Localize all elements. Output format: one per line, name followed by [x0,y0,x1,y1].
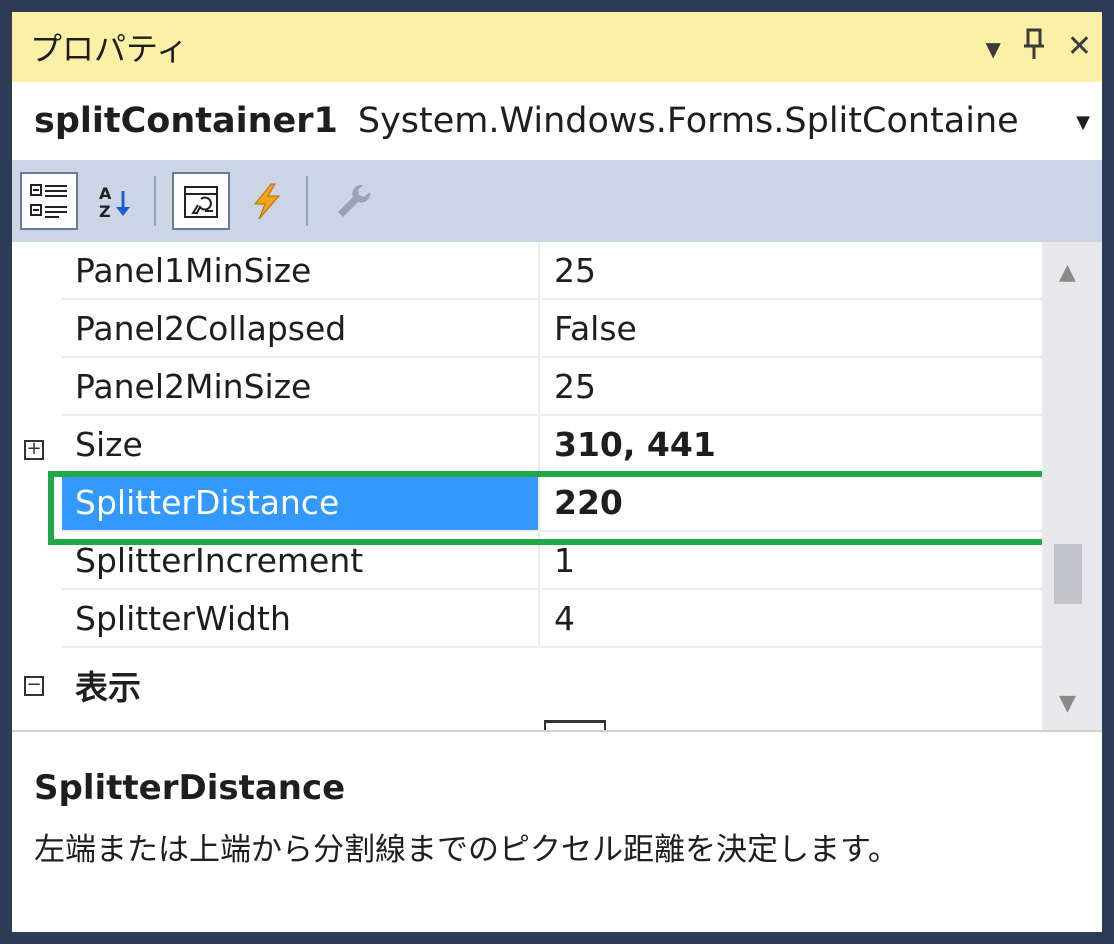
description-pane: SplitterDistance 左端または上端から分割線までのピクセル距離を決… [12,730,1102,932]
description-text: 左端または上端から分割線までのピクセル距離を決定します。 [34,832,899,868]
partial-value-box [544,720,606,730]
property-pages-button [324,172,382,230]
lightning-icon [253,183,281,220]
property-row[interactable]: Panel2Collapsed False [62,300,1042,358]
svg-text:A: A [99,184,112,203]
property-value[interactable]: 4 [540,590,1042,646]
toolbar-separator [154,176,156,226]
title-bar[interactable]: プロパティ ▼ ✕ [12,12,1102,82]
categorized-button[interactable] [20,172,78,230]
property-row[interactable]: SplitterWidth 4 [62,590,1042,648]
properties-page-icon [184,186,218,218]
events-button[interactable] [238,172,296,230]
description-title: SplitterDistance [34,768,346,808]
property-name: Panel2Collapsed [62,300,540,356]
property-name: Size [62,416,540,472]
property-name: SplitterWidth [62,590,540,646]
object-type: System.Windows.Forms.SplitContaine [357,101,1019,141]
properties-page-button[interactable] [172,172,230,230]
object-selector[interactable]: splitContainer1 System.Windows.Forms.Spl… [12,82,1102,161]
close-icon[interactable]: ✕ [1067,32,1092,62]
vertical-scrollbar[interactable]: ▲ ▼ [1042,242,1102,730]
window-title: プロパティ [30,30,189,68]
annotation-highlight-box [48,471,1050,545]
pin-icon[interactable] [1023,28,1045,66]
svg-text:Z: Z [99,202,111,221]
scroll-up-icon[interactable]: ▲ [1059,260,1076,285]
expand-icon[interactable]: + [24,440,44,460]
property-value[interactable]: False [540,300,1042,356]
wrench-icon [338,184,371,217]
properties-window: プロパティ ▼ ✕ splitContainer1 System.Windows… [12,12,1102,932]
property-name: Panel1MinSize [62,242,540,298]
category-row[interactable]: 表示 [12,656,1042,714]
property-row[interactable]: Panel2MinSize 25 [62,358,1042,416]
property-value[interactable]: 25 [540,242,1042,298]
object-dropdown-icon[interactable]: ▼ [1076,112,1090,133]
property-name: Panel2MinSize [62,358,540,414]
alphabetical-button[interactable]: A Z [86,172,144,230]
chevron-down-icon[interactable]: ▼ [985,39,1000,59]
categorized-icon [30,184,67,218]
properties-toolbar: A Z [12,160,1102,242]
category-label: 表示 [75,668,141,707]
alphabetical-icon: A Z [99,184,130,221]
object-name: splitContainer1 [34,101,338,141]
title-controls: ▼ ✕ [985,12,1092,82]
property-row[interactable]: Panel1MinSize 25 [62,242,1042,300]
scroll-thumb[interactable] [1054,544,1082,604]
scroll-down-icon[interactable]: ▼ [1059,691,1076,716]
property-value[interactable]: 310, 441 [540,416,1042,472]
toolbar-separator [306,176,308,226]
property-row[interactable]: Size 310, 441 [62,416,1042,474]
property-value[interactable]: 25 [540,358,1042,414]
